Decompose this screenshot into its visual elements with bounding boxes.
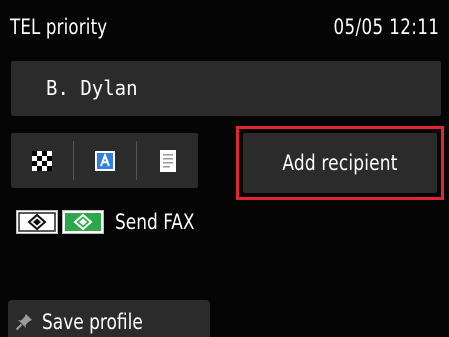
- fax-screen: TEL priority 05/05 12:11 B. Dylan Add re…: [0, 0, 449, 337]
- save-profile-button[interactable]: Save profile: [8, 300, 210, 337]
- recipient-field[interactable]: B. Dylan: [11, 61, 441, 116]
- add-recipient-label: Add recipient: [282, 151, 398, 175]
- fax-settings-bar: [11, 133, 198, 188]
- add-recipient-button[interactable]: Add recipient: [243, 133, 437, 193]
- save-profile-label: Save profile: [42, 310, 143, 334]
- resolution-button[interactable]: [11, 133, 73, 188]
- scan-contrast-icon: [95, 150, 115, 171]
- black-start-key-icon: [16, 210, 58, 234]
- document-setting-button[interactable]: [137, 133, 199, 188]
- document-icon: [160, 149, 176, 172]
- screen-title: TEL priority: [10, 15, 108, 39]
- date-time: 05/05 12:11: [333, 15, 439, 39]
- color-start-key-icon: [62, 210, 104, 234]
- send-fax-label: Send FAX: [115, 210, 195, 234]
- scan-contrast-button[interactable]: [74, 133, 136, 188]
- resolution-icon: [32, 150, 52, 171]
- pin-icon: [15, 314, 32, 331]
- recipient-name: B. Dylan: [46, 76, 138, 100]
- status-bar: TEL priority 05/05 12:11: [0, 0, 449, 50]
